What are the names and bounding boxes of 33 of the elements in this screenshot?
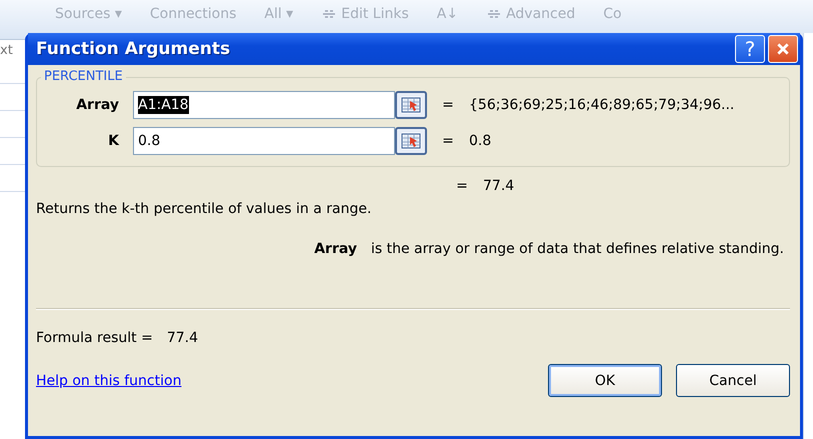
equals-sign: = (455, 178, 469, 194)
function-result: 77.4 (483, 178, 514, 194)
dialog-button[interactable]: Cancel (676, 364, 790, 397)
argument-result: {56;36;69;25;16;46;89;65;79;34;96... (469, 97, 734, 113)
dialog-button[interactable]: OK (548, 364, 662, 397)
range-picker-button[interactable] (395, 91, 427, 119)
ribbon-label[interactable]: Co (603, 6, 622, 22)
window-title: Function Arguments (36, 39, 232, 59)
argument-field[interactable]: A1:A18 (133, 91, 395, 119)
argument-label: K (107, 133, 120, 149)
range-picker-button[interactable] (395, 127, 427, 155)
ribbon-label[interactable]: Advanced (486, 6, 576, 22)
ribbon-label[interactable]: A↓ (436, 6, 458, 22)
sheet-label: xt (0, 43, 14, 57)
close-button[interactable] (768, 35, 798, 63)
help-link[interactable]: Help on this function (36, 372, 182, 388)
argument-label: Array (75, 97, 120, 113)
close-icon (776, 42, 790, 56)
equals-sign: = (441, 97, 455, 113)
ribbon-label[interactable]: Connections (150, 6, 236, 22)
grid-arrow-icon (401, 97, 421, 113)
help-button[interactable]: ? (735, 35, 765, 63)
argument-description: Array is the array or range of data that defines relative standing. (313, 241, 784, 257)
ribbon-label[interactable]: All ▾ (264, 6, 294, 22)
argument-field[interactable]: 0.8 (133, 127, 395, 155)
ribbon-label[interactable]: Sources ▾ (55, 6, 122, 22)
equals-sign: = (441, 133, 455, 149)
formula-result-label: Formula result = (36, 330, 153, 346)
grid-arrow-icon (401, 133, 421, 149)
formula-result-value: 77.4 (166, 330, 198, 346)
function-description: Returns the k-th percentile of values in a range. (36, 201, 372, 219)
argument-result: 0.8 (469, 133, 492, 149)
ribbon-label[interactable]: Edit Links (321, 6, 409, 22)
